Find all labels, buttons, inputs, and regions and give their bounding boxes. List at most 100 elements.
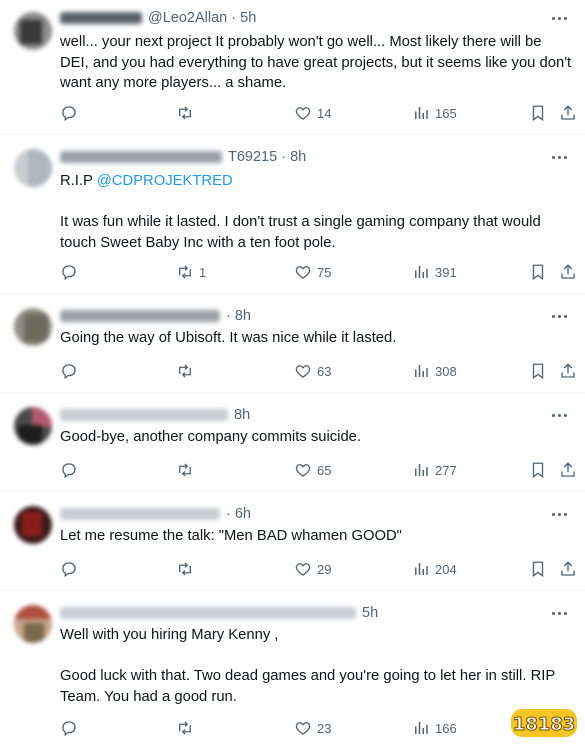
- reply-button[interactable]: [60, 459, 83, 481]
- views-button[interactable]: 391: [412, 261, 457, 283]
- view-count: 308: [435, 363, 457, 379]
- tweet-3[interactable]: · 8h Going the way of Ubisoft. It was ni…: [0, 294, 585, 393]
- retweet-button[interactable]: [176, 558, 199, 580]
- retweet-button[interactable]: [176, 102, 199, 124]
- avatar[interactable]: [14, 605, 52, 643]
- reply-button[interactable]: [60, 360, 83, 382]
- tweet-text-line: Good-bye, another company commits suicid…: [60, 429, 362, 445]
- views-button[interactable]: 308: [412, 360, 457, 382]
- analytics-icon: [415, 464, 428, 476]
- views-button[interactable]: 165: [412, 102, 457, 124]
- like-button[interactable]: 63: [294, 360, 331, 382]
- analytics-icon: [415, 563, 428, 575]
- reply-icon: [62, 106, 76, 122]
- share-button[interactable]: [559, 261, 577, 283]
- reply-button[interactable]: [60, 102, 83, 124]
- avatar[interactable]: [14, 308, 52, 346]
- more-options-icon[interactable]: [549, 147, 569, 167]
- views-button[interactable]: 204: [412, 558, 457, 580]
- more-options-icon[interactable]: [549, 603, 569, 623]
- tweet-time[interactable]: 5h: [362, 605, 378, 621]
- analytics-icon: [415, 365, 428, 377]
- analytics-icon: [415, 722, 428, 734]
- author-handle[interactable]: @Leo2Allan: [148, 10, 227, 26]
- tweet-header: @Leo2Allan · 5h: [60, 8, 256, 28]
- retweet-icon: [179, 463, 191, 477]
- bookmark-button[interactable]: [529, 261, 547, 283]
- retweet-icon: [179, 721, 191, 735]
- tweet-5[interactable]: · 6h Let me resume the talk: "Men BAD wh…: [0, 492, 585, 591]
- share-button[interactable]: [559, 360, 577, 382]
- reply-button[interactable]: [60, 261, 83, 283]
- tweet-actions: 65 277: [60, 459, 580, 481]
- author-handle[interactable]: T69215: [228, 149, 277, 165]
- tweet-time[interactable]: 8h: [235, 308, 251, 324]
- share-icon: [561, 462, 575, 477]
- retweet-icon: [179, 265, 191, 279]
- more-options-icon[interactable]: [549, 405, 569, 425]
- share-button[interactable]: [559, 459, 577, 481]
- retweet-icon: [179, 562, 191, 576]
- like-button[interactable]: 29: [294, 558, 331, 580]
- avatar[interactable]: [14, 149, 52, 187]
- svg-text:18183: 18183: [513, 714, 576, 735]
- retweet-icon: [179, 364, 191, 378]
- bookmark-icon: [532, 363, 544, 380]
- tweet-actions: 1 75 391: [60, 261, 580, 283]
- reply-button[interactable]: [60, 717, 83, 739]
- share-icon: [561, 264, 575, 279]
- share-button[interactable]: [559, 102, 577, 124]
- bookmark-icon: [532, 462, 544, 479]
- bookmark-icon: [532, 264, 544, 281]
- tweet-4[interactable]: 8h Good-bye, another company commits sui…: [0, 393, 585, 492]
- more-options-icon[interactable]: [549, 8, 569, 28]
- views-button[interactable]: 277: [412, 459, 457, 481]
- bookmark-button[interactable]: [529, 360, 547, 382]
- tweet-6[interactable]: 5h Well with you hiring Mary Kenny , Goo…: [0, 591, 585, 745]
- reply-button[interactable]: [60, 558, 83, 580]
- tweet-time[interactable]: 6h: [235, 506, 251, 522]
- tweet-text: R.I.P @CDPROJEKTRED It was fun while it …: [60, 171, 572, 253]
- tweet-header: · 8h: [60, 306, 251, 326]
- avatar[interactable]: [14, 407, 52, 445]
- tweet-time[interactable]: 5h: [240, 10, 256, 26]
- share-button[interactable]: [559, 558, 577, 580]
- views-button[interactable]: 166: [412, 717, 457, 739]
- like-button[interactable]: 65: [294, 459, 331, 481]
- reply-icon: [62, 463, 76, 479]
- like-button[interactable]: 75: [294, 261, 331, 283]
- tweet-text: well... your next project It probably wo…: [60, 32, 572, 94]
- retweet-button[interactable]: [176, 459, 199, 481]
- view-count: 204: [435, 561, 457, 577]
- like-button[interactable]: 23: [294, 717, 331, 739]
- retweet-button[interactable]: [176, 717, 199, 739]
- reply-icon: [62, 265, 76, 281]
- tweet-text: Well with you hiring Mary Kenny , Good l…: [60, 625, 572, 707]
- like-count: 29: [317, 561, 332, 577]
- bookmark-button[interactable]: [529, 558, 547, 580]
- tweet-time[interactable]: 8h: [290, 149, 306, 165]
- tweet-1[interactable]: @Leo2Allan · 5h well... your next projec…: [0, 0, 585, 135]
- heart-icon: [295, 464, 311, 477]
- avatar[interactable]: [14, 12, 52, 50]
- bookmark-button[interactable]: [529, 102, 547, 124]
- tweet-text: Going the way of Ubisoft. It was nice wh…: [60, 328, 572, 349]
- retweet-button[interactable]: 1: [176, 261, 206, 283]
- like-button[interactable]: 14: [294, 102, 331, 124]
- more-options-icon[interactable]: [549, 504, 569, 524]
- tweet-time[interactable]: 8h: [234, 407, 250, 423]
- retweet-button[interactable]: [176, 360, 199, 382]
- more-options-icon[interactable]: [549, 306, 569, 326]
- bookmark-button[interactable]: [529, 459, 547, 481]
- tweet-actions: 29 204: [60, 558, 580, 580]
- view-count: 165: [435, 105, 457, 121]
- mention-link[interactable]: @CDPROJEKTRED: [97, 173, 233, 189]
- view-count: 391: [435, 264, 457, 280]
- avatar[interactable]: [14, 506, 52, 544]
- analytics-icon: [415, 266, 428, 278]
- like-count: 14: [317, 105, 332, 121]
- like-count: 65: [317, 462, 332, 478]
- tweet-text: Good-bye, another company commits suicid…: [60, 427, 572, 448]
- tweet-2[interactable]: T69215 · 8h R.I.P @CDPROJEKTRED It was f…: [0, 135, 585, 294]
- tweet-text-line: Let me resume the talk: "Men BAD whamen …: [60, 528, 402, 544]
